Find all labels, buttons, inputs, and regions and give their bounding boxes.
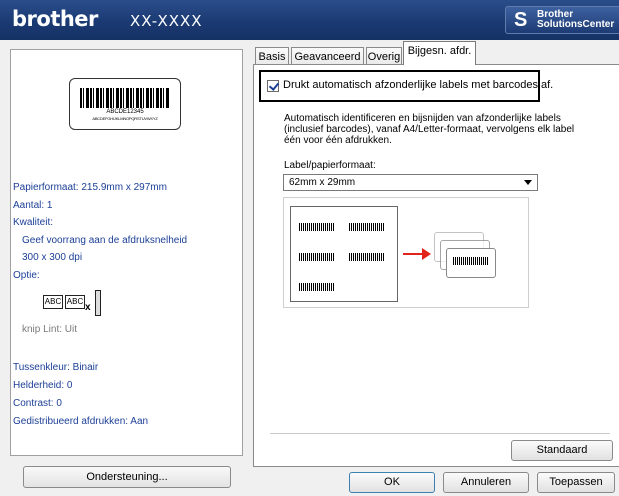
mini-barcode-icon xyxy=(453,257,489,265)
contrast-text: Contrast: 0 xyxy=(13,398,62,409)
solutions-center-icon: S xyxy=(514,9,528,31)
quality-label: Kwaliteit: xyxy=(13,217,54,228)
mini-barcode-icon xyxy=(299,253,335,261)
label-size-value: 62mm x 29mm xyxy=(289,177,356,188)
standard-button[interactable]: Standaard xyxy=(511,440,613,461)
solutions-center-label: Brother SolutionsCenter xyxy=(537,9,615,30)
auto-barcode-checkbox[interactable] xyxy=(267,80,279,92)
a4-sheet-icon xyxy=(290,206,398,302)
support-button[interactable]: Ondersteuning... xyxy=(23,466,231,488)
divider xyxy=(270,433,610,434)
quality-value: Geef voorrang aan de afdruksnelheid xyxy=(22,235,188,246)
tab-cropped-print[interactable]: Bijgesn. afdr. xyxy=(403,41,476,65)
solutions-center-button[interactable]: S Brother SolutionsCenter xyxy=(505,6,619,34)
cancel-button[interactable]: Annuleren xyxy=(443,472,529,493)
brightness-text: Helderheid: 0 xyxy=(13,380,73,391)
resolution-value: 300 x 300 dpi xyxy=(22,252,83,263)
cut-line-text: knip Lint: Uit xyxy=(22,324,78,335)
model-name: XX-XXXX xyxy=(130,12,203,30)
mini-barcode-icon xyxy=(299,223,335,231)
auto-barcode-checkbox-label[interactable]: Drukt automatisch afzonderlijke labels m… xyxy=(283,79,553,91)
halftone-text: Tussenkleur: Binair xyxy=(13,362,99,373)
label-card-icon xyxy=(446,248,496,278)
ok-button[interactable]: OK xyxy=(349,472,435,493)
brother-logo: brother xyxy=(12,7,98,31)
distributed-printing-text: Gedistribueerd afdrukken: Aan xyxy=(13,416,149,427)
barcode-number: ABCDE12345 xyxy=(106,109,144,115)
paper-format-text: Papierformaat: 215.9mm x 297mm xyxy=(13,182,167,193)
title-bar: brother XX-XXXX S Brother SolutionsCente… xyxy=(0,0,619,40)
mini-barcode-icon xyxy=(299,283,335,291)
barcode-icon xyxy=(80,88,170,108)
option-label: Optie: xyxy=(13,270,40,281)
arrow-head-icon xyxy=(422,248,431,260)
label-size-label: Label/papierformaat: xyxy=(284,160,376,171)
chevron-down-icon xyxy=(524,180,532,185)
cut-icon: ABC ABC x xyxy=(43,290,105,320)
count-text: Aantal: 1 xyxy=(13,200,53,211)
mini-barcode-icon xyxy=(349,223,385,231)
apply-button[interactable]: Toepassen xyxy=(537,472,615,493)
label-size-select[interactable]: 62mm x 29mm xyxy=(283,174,538,191)
barcode-text: ABCDEFGHIJKLMNOPQRSTUVWXYZ xyxy=(92,116,158,121)
cropped-print-illustration xyxy=(283,197,529,308)
mini-barcode-icon xyxy=(349,253,385,261)
barcode-label-option: Drukt automatisch afzonderlijke labels m… xyxy=(259,70,553,102)
label-preview: ABCDE12345 ABCDEFGHIJKLMNOPQRSTUVWXYZ xyxy=(69,78,181,130)
description-text: Automatisch identificeren en bijsnijden … xyxy=(284,113,575,146)
